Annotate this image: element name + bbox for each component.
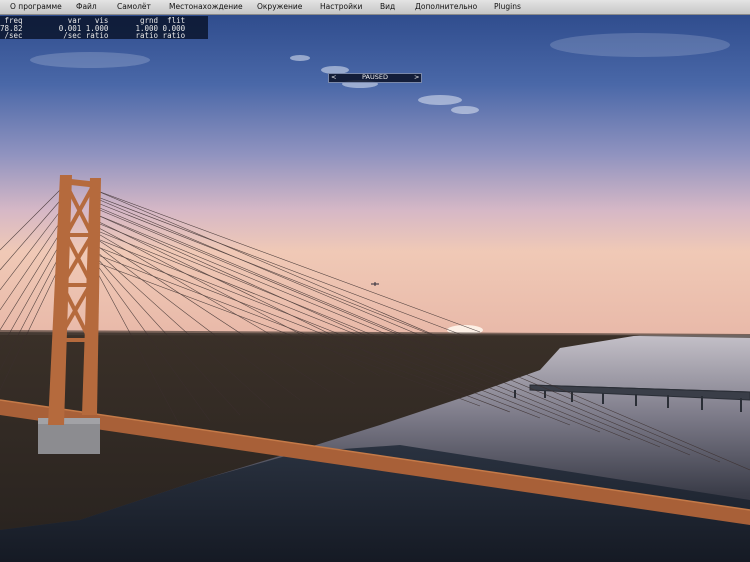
- sim-viewport[interactable]: [0, 0, 750, 562]
- menu-settings[interactable]: Настройки: [320, 2, 362, 11]
- menu-about[interactable]: О программе: [10, 2, 62, 11]
- menu-plugins[interactable]: Plugins: [494, 2, 521, 11]
- paused-indicator: < PAUSED >: [328, 73, 422, 83]
- framerate-stats-panel: freq var vis grnd flit 78.82 0.001 1.000…: [0, 16, 208, 39]
- menu-aircraft[interactable]: Самолёт: [117, 2, 151, 11]
- menu-environment[interactable]: Окружение: [257, 2, 302, 11]
- paused-left-arrow-icon[interactable]: <: [331, 73, 336, 82]
- paused-label: PAUSED: [362, 73, 388, 81]
- scene-render: [0, 0, 750, 562]
- stats-units-row: /sec /sec ratio ratio ratio: [0, 31, 186, 40]
- menu-extra[interactable]: Дополнительно: [415, 2, 477, 11]
- menu-view[interactable]: Вид: [380, 2, 395, 11]
- paused-right-arrow-icon[interactable]: >: [414, 73, 419, 82]
- menu-file[interactable]: Файл: [76, 2, 97, 11]
- menu-location[interactable]: Местонахождение: [169, 2, 243, 11]
- menu-bar: О программе Файл Самолёт Местонахождение…: [0, 0, 750, 15]
